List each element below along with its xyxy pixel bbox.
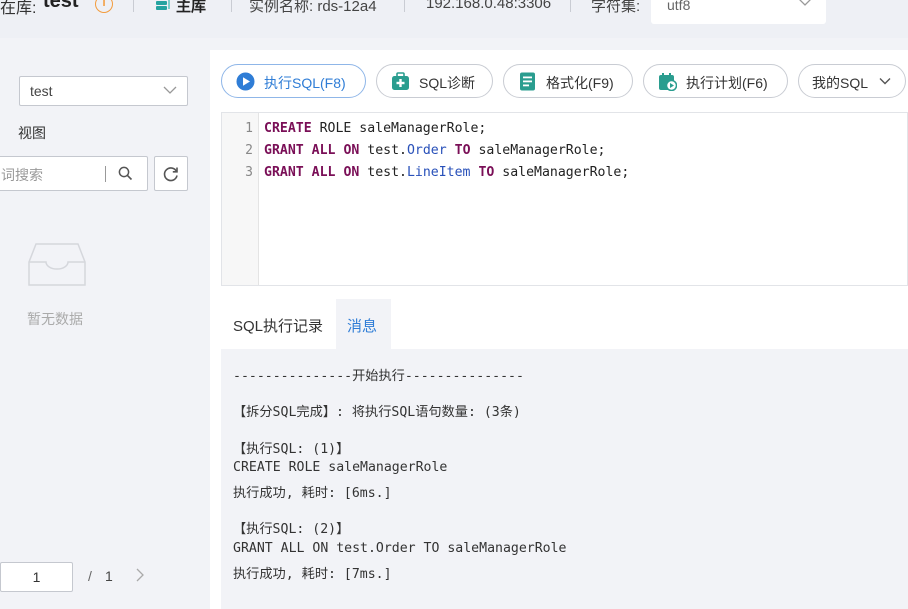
sql-text: saleManagerRole; (470, 143, 606, 158)
sql-editor[interactable]: 1 2 3 CREATE ROLE saleManagerRole; GRANT… (221, 112, 908, 286)
code-line: CREATE ROLE saleManagerRole; (264, 121, 486, 136)
current-db-name: test (43, 0, 79, 12)
my-sql-label: 我的SQL (812, 75, 869, 91)
sql-keyword: GRANT (264, 165, 304, 180)
sql-diagnose-label: SQL诊断 (419, 75, 476, 91)
instance-name: 实例名称: rds-12a4 (249, 0, 377, 15)
header-divider (570, 0, 571, 12)
charset-select[interactable]: utf8 (651, 0, 826, 24)
format-sql-button[interactable]: 格式化(F9) (503, 64, 633, 98)
output-line: 【执行SQL: (1)】 (233, 442, 350, 457)
header-divider (133, 0, 134, 12)
tab-views[interactable]: 视图 (18, 123, 46, 143)
line-number: 3 (245, 165, 253, 180)
empty-state-text: 暂无数据 (27, 311, 83, 327)
line-number: 2 (245, 143, 253, 158)
search-icon[interactable] (118, 166, 133, 181)
plan-calendar-icon (659, 73, 677, 91)
output-line: 执行成功, 耗时: [7ms.] (233, 567, 392, 582)
page-separator: / (88, 568, 92, 584)
header-divider (231, 0, 232, 12)
tab-sql-history-label: SQL执行记录 (233, 318, 324, 335)
execute-sql-button[interactable]: 执行SQL(F8) (221, 64, 366, 98)
code-line: GRANT ALL ON test.LineItem TO saleManage… (264, 165, 629, 180)
charset-value: utf8 (667, 0, 691, 13)
tab-sql-history[interactable]: SQL执行记录 (221, 299, 335, 349)
execution-plan-label: 执行计划(F6) (686, 75, 768, 91)
sql-keyword: TO (478, 165, 495, 180)
tab-messages[interactable]: 消息 (336, 299, 391, 349)
my-sql-dropdown[interactable]: 我的SQL (798, 64, 906, 98)
sql-keyword: CREATE (264, 121, 312, 136)
search-placeholder: 词搜索 (1, 167, 43, 183)
output-line: 【执行SQL: (2)】 (233, 522, 350, 537)
line-number-gutter: 1 2 3 (222, 113, 259, 285)
code-line: GRANT ALL ON test.Order TO saleManagerRo… (264, 143, 606, 158)
format-sql-label: 格式化(F9) (546, 75, 614, 91)
sql-keyword: ALL (311, 143, 336, 158)
sql-identifier: LineItem (406, 165, 471, 180)
output-line: ---------------开始执行--------------- (233, 369, 524, 384)
tab-messages-label: 消息 (347, 318, 378, 335)
sql-diagnose-button[interactable]: SQL诊断 (376, 64, 493, 98)
sql-text: test. (359, 165, 407, 180)
output-line: 执行成功, 耗时: [6ms.] (233, 486, 392, 501)
sql-workspace: 执行SQL(F8) SQL诊断 格式化(F9) 执行计划(F6) 我的SQL 1… (210, 50, 908, 609)
database-server-icon (156, 0, 170, 10)
chevron-down-icon (879, 78, 891, 85)
info-icon[interactable]: i (95, 0, 113, 13)
execute-sql-label: 执行SQL(F8) (264, 75, 346, 91)
line-number: 1 (245, 121, 253, 136)
execution-plan-button[interactable]: 执行计划(F6) (643, 64, 788, 98)
database-select[interactable]: test (19, 76, 188, 106)
sql-text: test. (359, 143, 407, 158)
sql-keyword: ALL (311, 165, 336, 180)
refresh-icon (163, 167, 178, 182)
object-search-input[interactable]: 词搜索 (0, 156, 148, 191)
output-line: GRANT ALL ON test.Order TO saleManagerRo… (233, 541, 567, 556)
refresh-button[interactable] (154, 156, 188, 191)
sql-keyword: ON (343, 165, 360, 180)
database-select-value: test (30, 83, 53, 99)
document-format-icon (520, 72, 535, 91)
empty-inbox-icon (28, 243, 86, 286)
page-number-input[interactable]: 1 (0, 562, 73, 592)
search-divider (105, 166, 106, 182)
charset-label: 字符集: (591, 0, 641, 15)
chevron-right-icon[interactable] (134, 568, 146, 582)
output-line: CREATE ROLE saleManagerRole (233, 460, 448, 475)
instance-host: 192.168.0.48:3306 (426, 0, 552, 12)
message-output: ---------------开始执行--------------- 【拆分SQ… (221, 349, 908, 609)
sql-identifier: Order (406, 143, 447, 158)
medical-kit-icon (392, 72, 409, 90)
header-bar: 在库: test i 主库 实例名称: rds-12a4 192.168.0.4… (0, 0, 908, 38)
chevron-down-icon (163, 86, 177, 94)
output-line: 【拆分SQL完成】: 将执行SQL语句数量: (3条) (233, 405, 521, 420)
object-sidebar: test 视图 词搜索 暂无数据 1 / 1 (0, 62, 201, 609)
sql-text: saleManagerRole; (494, 165, 630, 180)
sql-keyword: TO (454, 143, 471, 158)
header-divider (404, 0, 405, 12)
instance-role-label: 主库 (176, 0, 207, 15)
current-db-label: 在库: (0, 0, 37, 17)
play-icon (236, 72, 255, 91)
chevron-down-icon (799, 0, 811, 6)
page-total: 1 (105, 568, 113, 584)
sql-keyword: ON (343, 143, 360, 158)
sql-text: ROLE saleManagerRole; (319, 121, 487, 136)
sql-keyword: GRANT (264, 143, 304, 158)
